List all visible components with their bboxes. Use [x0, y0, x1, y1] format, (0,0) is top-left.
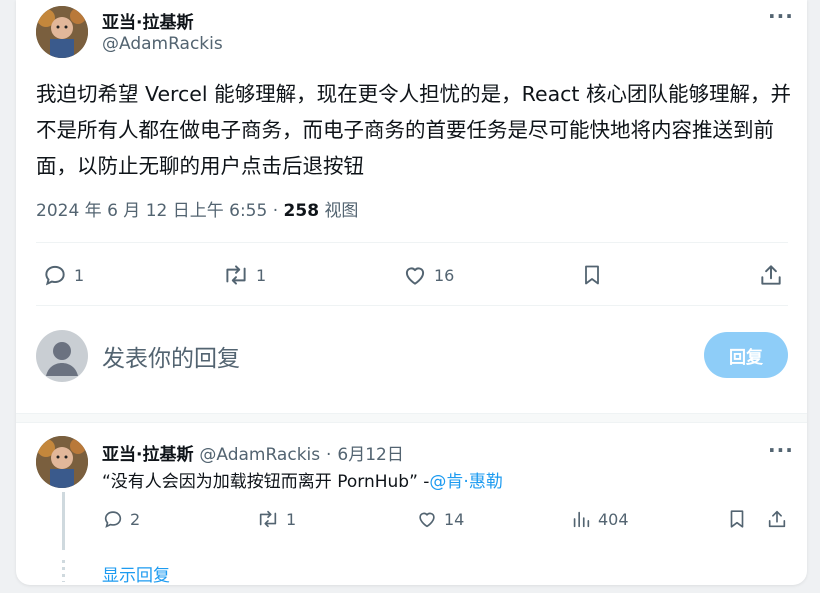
- share-action[interactable]: [758, 262, 784, 288]
- bookmark-icon: [730, 510, 744, 528]
- reply2-reply-count: 2: [130, 509, 141, 529]
- tweet-card: 亚当·拉基斯 @AdamRackis ··· 我迫切希望 Vercel 能够理解…: [16, 0, 807, 586]
- views-count: 258: [283, 201, 320, 221]
- avatar-image: [36, 436, 88, 488]
- like-action[interactable]: 16: [402, 262, 454, 288]
- analytics-icon: [573, 511, 590, 528]
- reply2-like-action[interactable]: 14: [416, 508, 464, 530]
- reply-mention-link[interactable]: @肯·惠勒: [429, 472, 502, 492]
- meta-separator: ·: [272, 201, 279, 221]
- reply-separator: ·: [326, 445, 332, 465]
- divider: [36, 305, 788, 306]
- author-name[interactable]: 亚当·拉基斯: [102, 8, 193, 33]
- thread-line: [62, 492, 65, 550]
- tweet-meta: 2024 年 6 月 12 日上午 6:55 · 258 视图: [36, 196, 358, 221]
- reply2-retweet-count: 1: [286, 509, 297, 529]
- divider: [36, 242, 788, 243]
- retweet-icon: [226, 265, 246, 285]
- reply-author-handle[interactable]: @AdamRackis: [199, 445, 320, 465]
- retweet-action[interactable]: 1: [222, 262, 266, 288]
- reply-icon: [104, 511, 122, 528]
- bookmark-action[interactable]: [580, 262, 604, 288]
- reply-button[interactable]: 回复: [704, 332, 788, 378]
- heart-icon: [419, 512, 435, 528]
- tweet-text: 我迫切希望 Vercel 能够理解，现在更令人担忧的是，React 核心团队能够…: [36, 82, 791, 178]
- reply2-retweet-action[interactable]: 1: [256, 508, 296, 530]
- reply-action[interactable]: 1: [42, 262, 84, 288]
- reply-text: “没有人会因为加载按钮而离开 PornHub” -@肯·惠勒: [102, 467, 503, 492]
- reply-input[interactable]: 发表你的回复: [102, 339, 240, 373]
- reply2-bookmark-action[interactable]: [726, 508, 748, 530]
- avatar-image: [36, 6, 88, 58]
- heart-icon: [405, 267, 425, 285]
- current-user-avatar: [36, 330, 88, 382]
- thread-dots: [62, 560, 65, 582]
- author-avatar[interactable]: [36, 6, 88, 58]
- section-separator: [16, 413, 807, 423]
- more-options-icon[interactable]: ···: [768, 6, 794, 26]
- tweet-timestamp[interactable]: 2024 年 6 月 12 日上午 6:55: [36, 201, 267, 221]
- reply-count: 1: [74, 265, 85, 285]
- show-replies-link[interactable]: 显示回复: [102, 561, 170, 586]
- reply-author-name[interactable]: 亚当·拉基斯: [102, 445, 193, 465]
- reply-icon: [45, 265, 65, 286]
- retweet-count: 1: [256, 265, 267, 285]
- reply2-view-count: 404: [598, 509, 629, 529]
- views-label: 视图: [324, 201, 359, 221]
- reply-author-avatar[interactable]: [36, 436, 88, 488]
- author-handle[interactable]: @AdamRackis: [102, 34, 223, 54]
- reply2-like-count: 14: [444, 509, 465, 529]
- reply2-views-action[interactable]: 404: [570, 508, 629, 530]
- reply-author-line: 亚当·拉基斯 @AdamRackis · 6月12日: [102, 440, 404, 465]
- bookmark-icon: [585, 265, 599, 285]
- retweet-icon: [259, 510, 277, 528]
- reply-date[interactable]: 6月12日: [337, 445, 403, 465]
- share-icon: [761, 265, 781, 285]
- reply2-reply-action[interactable]: 2: [102, 508, 140, 530]
- default-user-icon: [46, 342, 78, 376]
- like-count: 16: [434, 265, 455, 285]
- reply-more-options-icon[interactable]: ···: [768, 440, 794, 460]
- share-icon: [768, 510, 786, 528]
- reply2-share-action[interactable]: [766, 508, 788, 530]
- reply-quote-text: “没有人会因为加载按钮而离开 PornHub” -: [102, 472, 430, 492]
